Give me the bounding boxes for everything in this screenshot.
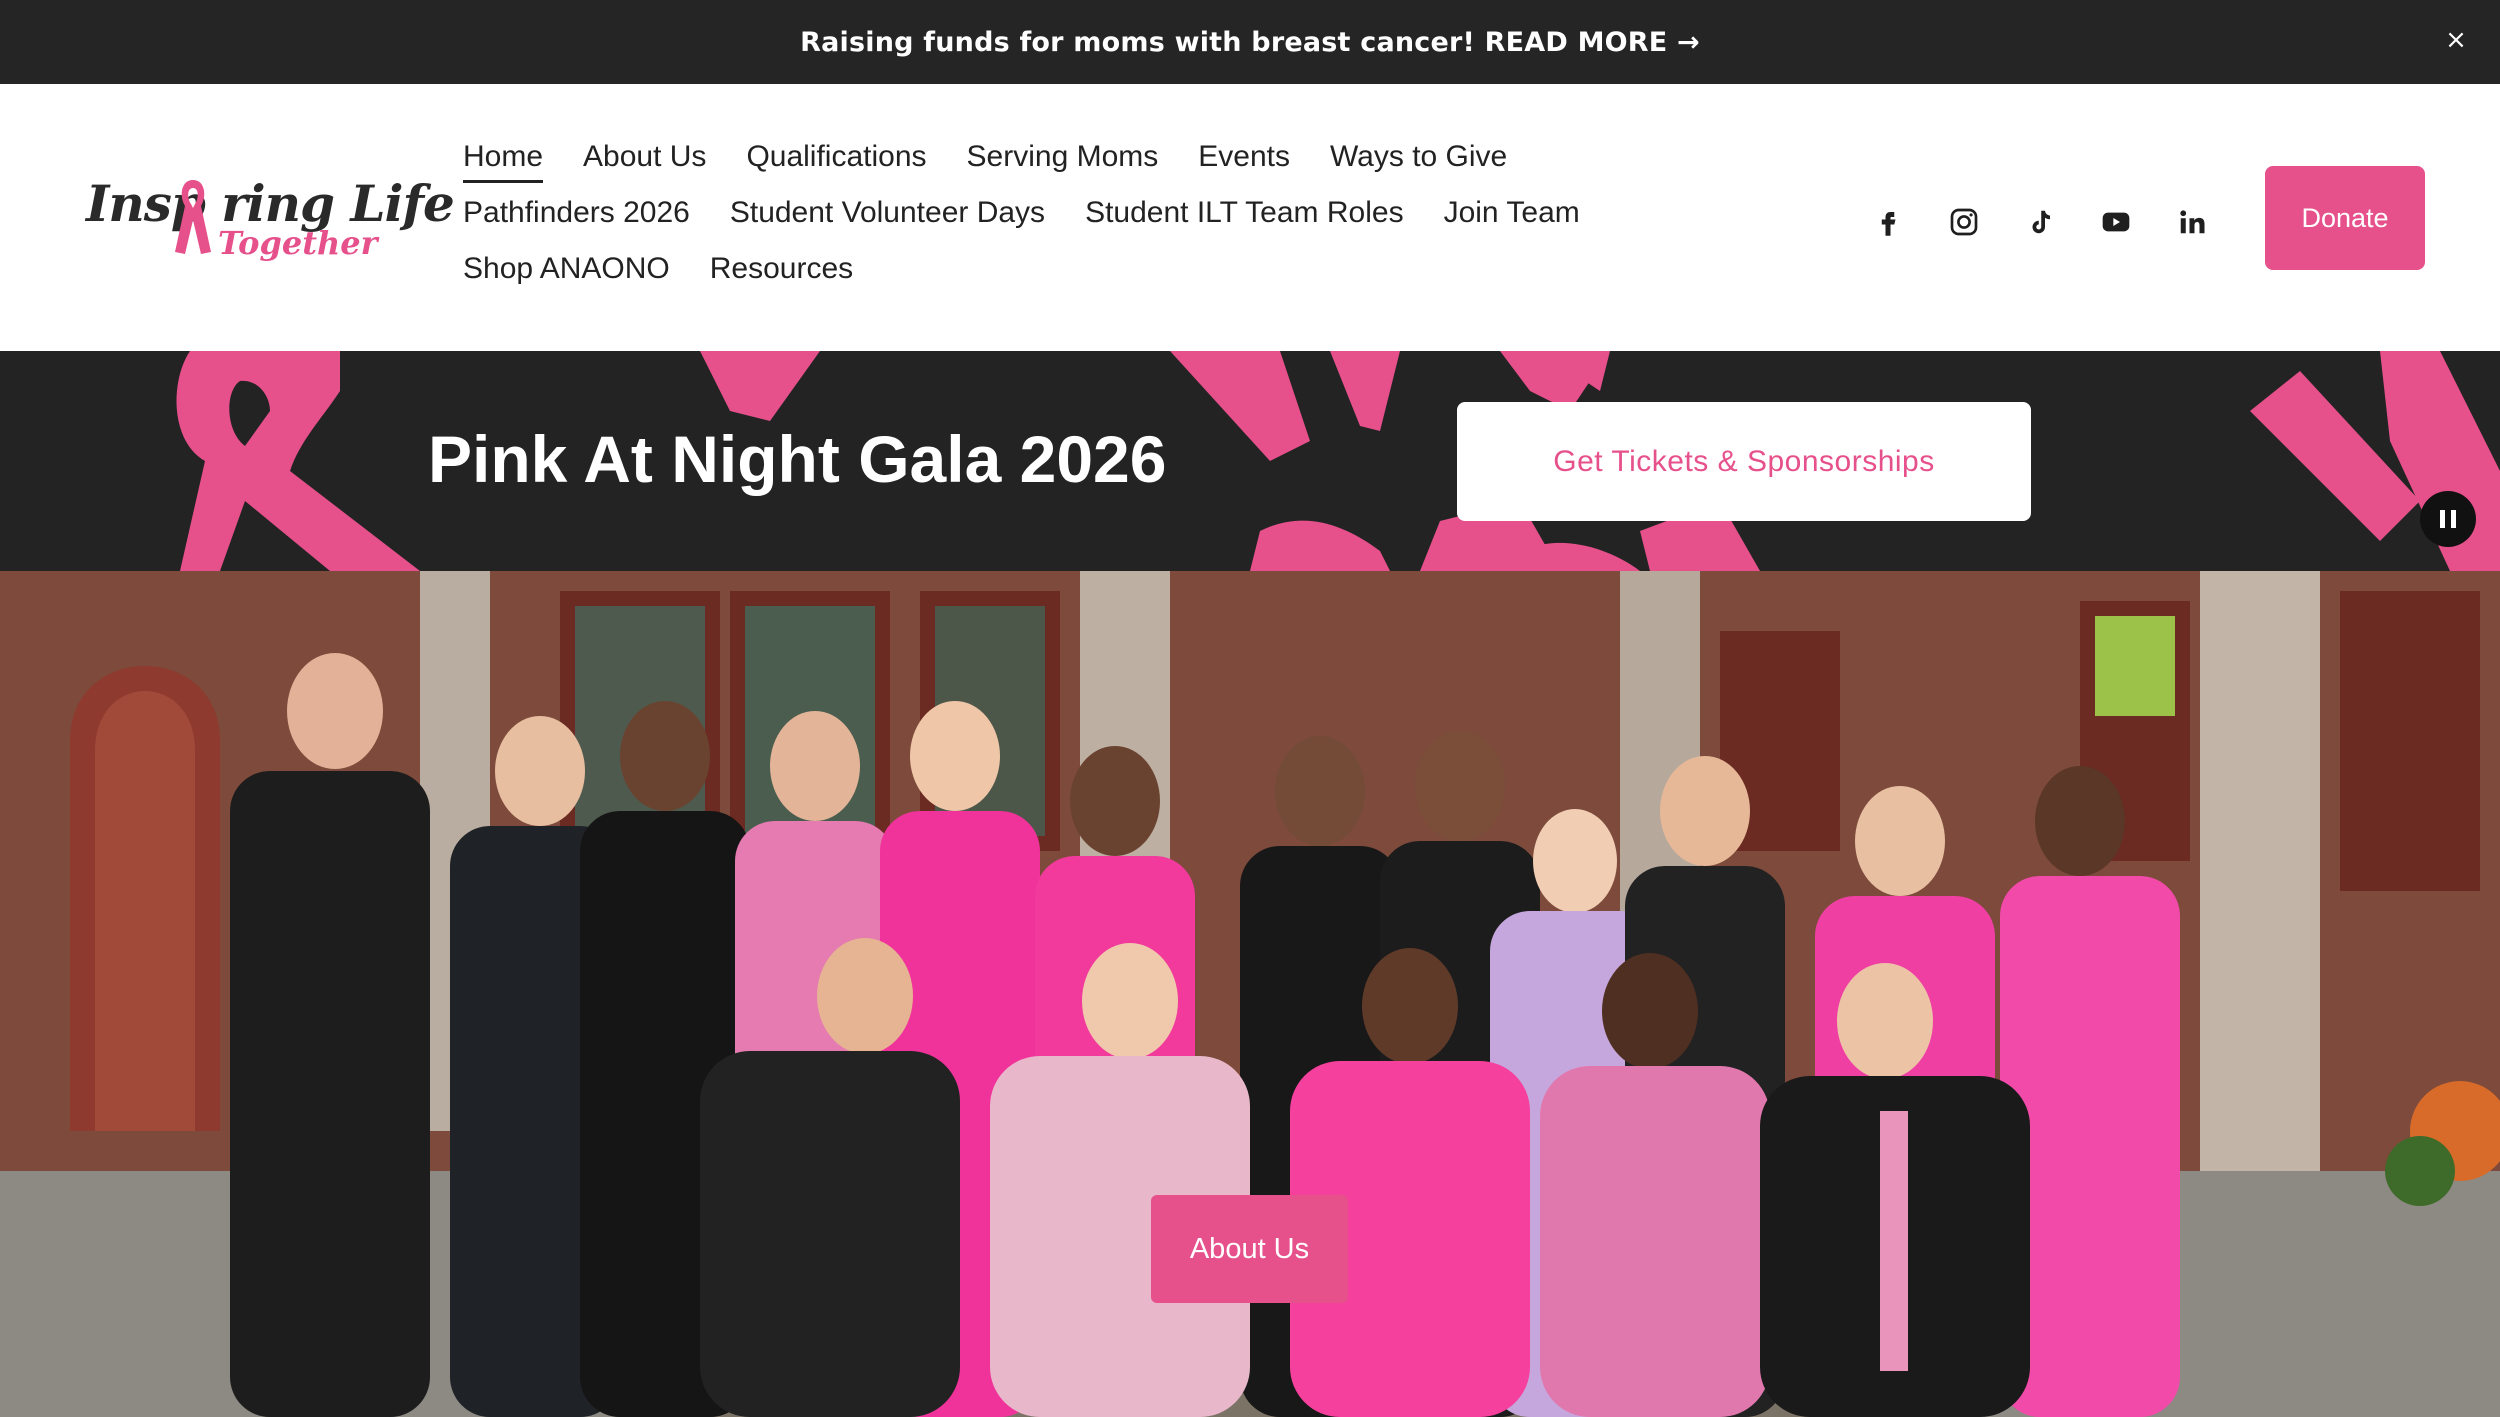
- nav-item-student-volunteer-days[interactable]: Student Volunteer Days: [730, 196, 1045, 236]
- site-header: Insp ring Life Together Home About Us Qu…: [0, 84, 2500, 351]
- nav-item-resources[interactable]: Resources: [710, 252, 853, 292]
- nav-item-shop-anaono[interactable]: Shop ANAONO: [463, 252, 670, 292]
- logo-tagline: Together: [218, 224, 378, 262]
- about-us-button[interactable]: About Us: [1151, 1195, 1348, 1303]
- pause-icon[interactable]: [2420, 491, 2476, 547]
- facebook-icon[interactable]: [1868, 202, 1908, 242]
- tiktok-icon[interactable]: [2020, 202, 2060, 242]
- hero-section: About Us: [0, 571, 2500, 1417]
- nav-item-serving-moms[interactable]: Serving Moms: [967, 140, 1159, 180]
- ribbon-pattern: [176, 351, 2500, 571]
- nav-item-qualifications[interactable]: Qualifications: [746, 140, 926, 180]
- nav-item-join-team[interactable]: Join Team: [1444, 196, 1580, 236]
- instagram-icon[interactable]: [1944, 202, 1984, 242]
- main-nav: Home About Us Qualifications Serving Mom…: [463, 140, 1663, 308]
- youtube-icon[interactable]: [2096, 202, 2136, 242]
- nav-item-student-ilt-team-roles[interactable]: Student ILT Team Roles: [1085, 196, 1404, 236]
- gala-promo-banner: Pink At Night Gala 2026 Get Tickets & Sp…: [0, 351, 2500, 571]
- nav-item-about-us[interactable]: About Us: [583, 140, 706, 180]
- close-icon[interactable]: ×: [2438, 22, 2474, 58]
- promo-title: Pink At Night Gala 2026: [428, 422, 1167, 496]
- nav-item-ways-to-give[interactable]: Ways to Give: [1330, 140, 1507, 180]
- nav-item-pathfinders[interactable]: Pathfinders 2026: [463, 196, 690, 236]
- nav-row: Home About Us Qualifications Serving Mom…: [463, 140, 1663, 196]
- linkedin-icon[interactable]: [2172, 202, 2212, 242]
- get-tickets-button[interactable]: Get Tickets & Sponsorships: [1457, 402, 2031, 521]
- announcement-link[interactable]: Raising funds for moms with breast cance…: [800, 27, 1700, 58]
- social-links: [1868, 202, 2212, 242]
- nav-item-home[interactable]: Home: [463, 140, 544, 183]
- nav-row: Pathfinders 2026 Student Volunteer Days …: [463, 196, 1663, 252]
- nav-item-events[interactable]: Events: [1198, 140, 1290, 180]
- site-logo[interactable]: Insp ring Life Together: [86, 174, 455, 264]
- nav-row: Shop ANAONO Resources: [463, 252, 1663, 308]
- ribbon-icon: [175, 180, 211, 254]
- donate-button[interactable]: Donate: [2265, 166, 2425, 270]
- announcement-bar: Raising funds for moms with breast cance…: [0, 0, 2500, 84]
